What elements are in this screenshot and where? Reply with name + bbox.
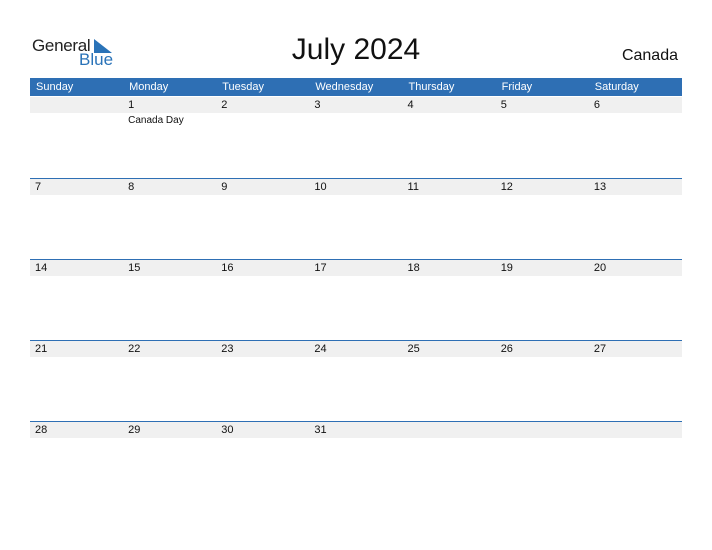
day-cell[interactable]: 4 — [403, 97, 496, 178]
day-cell[interactable]: 28 — [30, 422, 123, 503]
day-number: 23 — [221, 343, 234, 355]
day-cell[interactable]: 10 — [309, 179, 402, 260]
day-cell[interactable]: 31 — [309, 422, 402, 503]
day-cell[interactable]: 27 — [589, 341, 682, 422]
day-number: 16 — [221, 262, 234, 274]
day-cell[interactable] — [403, 422, 496, 503]
weekday-thursday: Thursday — [408, 81, 455, 93]
day-cell[interactable]: 24 — [309, 341, 402, 422]
day-cell[interactable]: 29 — [123, 422, 216, 503]
day-cell[interactable]: 23 — [216, 341, 309, 422]
holiday-label: Canada Day — [128, 115, 184, 126]
day-number: 30 — [221, 424, 234, 436]
day-number: 11 — [407, 181, 419, 193]
day-number: 31 — [314, 424, 327, 436]
day-cell[interactable]: 3 — [309, 97, 402, 178]
day-number: 9 — [221, 181, 228, 193]
day-number: 1 — [128, 99, 135, 111]
day-number: 29 — [128, 424, 141, 436]
day-number: 26 — [500, 343, 513, 355]
day-number: 28 — [35, 424, 48, 436]
day-number: 21 — [35, 343, 48, 355]
day-number: 3 — [314, 99, 321, 111]
weekday-tuesday: Tuesday — [222, 81, 265, 93]
day-number: 22 — [128, 343, 141, 355]
weekday-monday: Monday — [129, 81, 169, 93]
day-cell[interactable]: 21 — [30, 341, 123, 422]
day-cell[interactable]: 19 — [496, 260, 589, 341]
day-cell[interactable] — [589, 422, 682, 503]
day-cell[interactable]: 22 — [123, 341, 216, 422]
day-cell[interactable]: 13 — [589, 179, 682, 260]
weekday-saturday: Saturday — [594, 81, 639, 93]
country-label: Canada — [621, 47, 678, 64]
day-cell[interactable]: 1 Canada Day — [123, 97, 216, 178]
week-row: 21 22 23 24 25 26 27 — [30, 340, 682, 422]
day-number: 10 — [314, 181, 327, 193]
day-cell[interactable]: 5 — [496, 97, 589, 178]
day-cell[interactable]: 14 — [30, 260, 123, 341]
day-cell[interactable]: 6 — [589, 97, 682, 178]
day-number: 19 — [500, 262, 513, 274]
day-number: 25 — [407, 343, 420, 355]
day-number: 24 — [314, 343, 327, 355]
day-cell[interactable]: 16 — [216, 260, 309, 341]
day-number: 18 — [407, 262, 420, 274]
day-cell[interactable]: 15 — [123, 260, 216, 341]
day-number: 5 — [500, 99, 507, 111]
day-cell[interactable]: 25 — [403, 341, 496, 422]
day-cell[interactable]: 20 — [589, 260, 682, 341]
day-cell[interactable]: 8 — [123, 179, 216, 260]
day-number: 7 — [35, 181, 42, 193]
day-cell[interactable]: 12 — [496, 179, 589, 260]
day-cell[interactable]: 9 — [216, 179, 309, 260]
day-number: 13 — [593, 181, 607, 193]
week-row: 14 15 16 17 18 19 20 — [30, 259, 682, 341]
day-number: 27 — [593, 343, 607, 355]
day-number: 6 — [593, 99, 600, 111]
day-number: 20 — [593, 262, 607, 274]
day-cell[interactable]: 7 — [30, 179, 123, 260]
day-number: 15 — [128, 262, 141, 274]
weekday-friday: Friday — [501, 81, 533, 93]
day-number: 14 — [35, 262, 48, 274]
day-cell[interactable]: 18 — [403, 260, 496, 341]
week-row: 28 29 30 31 — [30, 421, 682, 503]
day-cell[interactable]: 2 — [216, 97, 309, 178]
page-title: July 2024 — [291, 33, 421, 66]
day-number: 8 — [128, 181, 135, 193]
day-cell[interactable] — [496, 422, 589, 503]
day-cell[interactable]: 26 — [496, 341, 589, 422]
week-row: 1 Canada Day 2 3 4 5 6 — [30, 97, 682, 178]
week-row: 7 8 9 10 11 12 13 — [30, 178, 682, 260]
day-number: 2 — [221, 99, 228, 111]
day-cell[interactable] — [30, 97, 123, 178]
day-cell[interactable]: 30 — [216, 422, 309, 503]
day-cell[interactable]: 17 — [309, 260, 402, 341]
weekday-header: Sunday Monday Tuesday Wednesday Thursday… — [30, 78, 682, 96]
day-number: 4 — [407, 99, 414, 111]
weekday-wednesday: Wednesday — [315, 81, 374, 93]
day-cell[interactable]: 11 — [403, 179, 496, 260]
day-number: 17 — [314, 262, 327, 274]
weekday-sunday: Sunday — [36, 81, 74, 93]
day-number: 12 — [500, 181, 513, 193]
